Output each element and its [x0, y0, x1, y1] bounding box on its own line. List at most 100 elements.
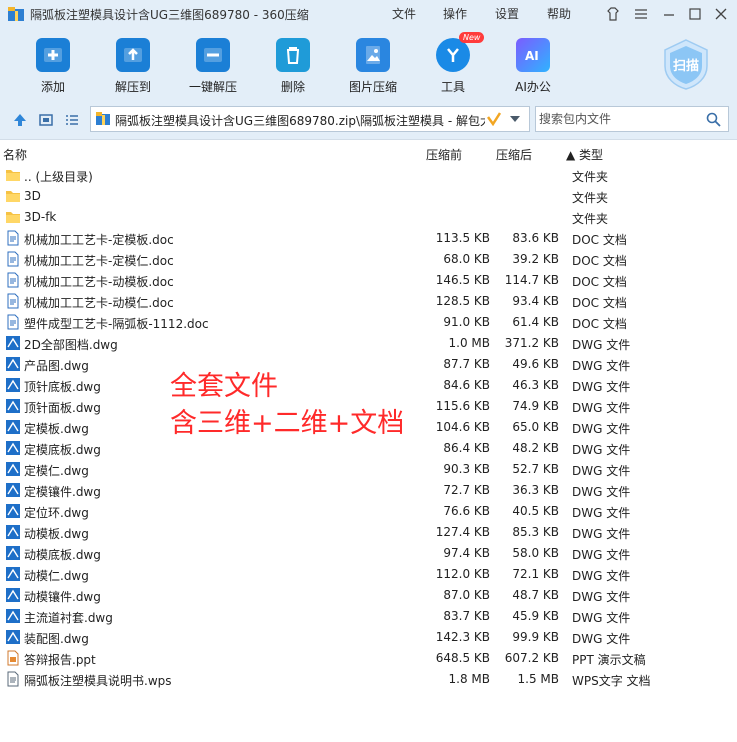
file-type: DWG 文件 [572, 485, 631, 499]
file-row[interactable]: 答辩报告.ppt 648.5 KB 607.2 KB PPT 演示文稿 [0, 648, 737, 669]
file-size: 113.5 KB [435, 231, 490, 245]
doc-file-icon [5, 230, 21, 246]
file-size: 76.6 KB [443, 504, 490, 518]
column-compressed-header[interactable]: 压缩后 [496, 146, 532, 163]
file-name: 动模仁.dwg [24, 569, 89, 583]
delete-label: 删除 [280, 80, 305, 94]
tools-button[interactable]: New 工具 [413, 32, 493, 95]
file-row[interactable]: 机械加工工艺卡-动模板.doc 146.5 KB 114.7 KB DOC 文档 [0, 270, 737, 291]
ai-office-icon: AI [516, 38, 550, 72]
doc-file-icon [5, 272, 21, 288]
file-type: DOC 文档 [572, 233, 627, 247]
file-compressed-size: 36.3 KB [512, 483, 559, 497]
file-type: DWG 文件 [572, 506, 631, 520]
extract-to-button[interactable]: 解压到 [93, 38, 173, 95]
file-compressed-size: 74.9 KB [512, 399, 559, 413]
image-compress-button[interactable]: 图片压缩 [333, 38, 413, 95]
file-row[interactable]: 动模板.dwg 127.4 KB 85.3 KB DWG 文件 [0, 522, 737, 543]
close-button[interactable] [710, 4, 732, 24]
image-compress-icon [356, 38, 390, 72]
one-click-extract-icon [196, 38, 230, 72]
file-name: 2D全部图档.dwg [24, 338, 118, 352]
file-type: DWG 文件 [572, 443, 631, 457]
path-text: 隔弧板注塑模具设计含UG三维图689780.zip\隔弧板注塑模具 - 解包大 [115, 114, 485, 128]
file-size: 1.8 MB [448, 672, 490, 686]
dwg-file-icon [5, 503, 21, 519]
chevron-down-icon[interactable] [509, 115, 521, 123]
ppt-file-icon [5, 650, 21, 666]
menu-dropdown-icon[interactable] [630, 4, 652, 24]
maximize-button[interactable] [684, 4, 706, 24]
ai-office-button[interactable]: AI AI办公 [493, 38, 573, 95]
search-field [535, 106, 729, 132]
file-compressed-size: 48.2 KB [512, 441, 559, 455]
dwg-file-icon [5, 587, 21, 603]
archive-app-icon [8, 7, 24, 21]
file-name: 动模镶件.dwg [24, 590, 101, 604]
overlay-line-1: 全套文件 [170, 371, 278, 402]
file-row[interactable]: 动模底板.dwg 97.4 KB 58.0 KB DWG 文件 [0, 543, 737, 564]
file-type: DWG 文件 [572, 548, 631, 562]
minimize-button[interactable] [658, 4, 680, 24]
file-size: 128.5 KB [435, 294, 490, 308]
path-field[interactable]: 隔弧板注塑模具设计含UG三维图689780.zip\隔弧板注塑模具 - 解包大 [90, 106, 530, 132]
file-row[interactable]: 3D-fk 文件夹 [0, 207, 737, 228]
file-row[interactable]: 主流道衬套.dwg 83.7 KB 45.9 KB DWG 文件 [0, 606, 737, 627]
file-row[interactable]: 装配图.dwg 142.3 KB 99.9 KB DWG 文件 [0, 627, 737, 648]
file-type: 文件夹 [572, 170, 609, 184]
file-size: 87.0 KB [443, 588, 490, 602]
folder-icon [5, 167, 21, 183]
dwg-file-icon [5, 608, 21, 624]
scan-button[interactable]: 扫描 [660, 38, 712, 90]
extract-to-label: 解压到 [114, 80, 151, 94]
file-row[interactable]: 隔弧板注塑模具说明书.wps 1.8 MB 1.5 MB WPS文字 文档 [0, 669, 737, 690]
delete-button[interactable]: 删除 [253, 38, 333, 95]
file-row[interactable]: 定位环.dwg 76.6 KB 40.5 KB DWG 文件 [0, 501, 737, 522]
menu-operation[interactable]: 操作 [443, 5, 467, 22]
dwg-file-icon [5, 482, 21, 498]
dwg-file-icon [5, 545, 21, 561]
file-name: 3D [24, 189, 41, 203]
file-compressed-size: 93.4 KB [512, 294, 559, 308]
column-size-header[interactable]: 压缩前 [426, 146, 462, 163]
file-row[interactable]: 机械加工工艺卡-动模仁.doc 128.5 KB 93.4 KB DOC 文档 [0, 291, 737, 312]
menu-settings[interactable]: 设置 [495, 5, 519, 22]
menu-file[interactable]: 文件 [392, 5, 416, 22]
file-size: 112.0 KB [435, 567, 490, 581]
file-name: 顶针面板.dwg [24, 401, 101, 415]
file-compressed-size: 72.1 KB [512, 567, 559, 581]
file-row[interactable]: 定模仁.dwg 90.3 KB 52.7 KB DWG 文件 [0, 459, 737, 480]
overlay-caption: 全套文件 含三维+二维+文档 [170, 368, 404, 442]
file-row[interactable]: 定模镶件.dwg 72.7 KB 36.3 KB DWG 文件 [0, 480, 737, 501]
one-click-extract-button[interactable]: 一键解压 [173, 38, 253, 95]
file-size: 72.7 KB [443, 483, 490, 497]
column-type-header[interactable]: ▲ 类型 [566, 146, 603, 163]
folder-icon [5, 209, 21, 225]
file-compressed-size: 607.2 KB [504, 651, 559, 665]
search-input[interactable] [536, 107, 696, 131]
dwg-file-icon [5, 629, 21, 645]
file-size: 83.7 KB [443, 609, 490, 623]
menu-help[interactable]: 帮助 [547, 5, 571, 22]
column-name-header[interactable]: 名称 [3, 146, 27, 163]
file-row[interactable]: 3D 文件夹 [0, 186, 737, 207]
thumbnail-view-icon[interactable] [38, 112, 54, 128]
search-icon[interactable] [706, 112, 721, 127]
file-row[interactable]: 2D全部图档.dwg 1.0 MB 371.2 KB DWG 文件 [0, 333, 737, 354]
file-type: 文件夹 [572, 212, 609, 226]
file-type: DWG 文件 [572, 422, 631, 436]
add-button[interactable]: 添加 [13, 38, 93, 95]
file-compressed-size: 45.9 KB [512, 609, 559, 623]
address-bar: 隔弧板注塑模具设计含UG三维图689780.zip\隔弧板注塑模具 - 解包大 [0, 100, 737, 140]
skin-icon[interactable] [602, 4, 624, 24]
file-row[interactable]: 动模仁.dwg 112.0 KB 72.1 KB DWG 文件 [0, 564, 737, 585]
file-row[interactable]: 塑件成型工艺卡-隔弧板-1112.doc 91.0 KB 61.4 KB DOC 文档 [0, 312, 737, 333]
file-row[interactable]: 机械加工工艺卡-定模板.doc 113.5 KB 83.6 KB DOC 文档 [0, 228, 737, 249]
file-size: 648.5 KB [435, 651, 490, 665]
file-row[interactable]: 动模镶件.dwg 87.0 KB 48.7 KB DWG 文件 [0, 585, 737, 606]
list-view-icon[interactable] [64, 112, 80, 128]
file-row[interactable]: 机械加工工艺卡-定模仁.doc 68.0 KB 39.2 KB DOC 文档 [0, 249, 737, 270]
up-arrow-icon[interactable] [12, 112, 28, 128]
file-name: 隔弧板注塑模具说明书.wps [24, 674, 172, 688]
file-row[interactable]: .. (上级目录) 文件夹 [0, 165, 737, 186]
